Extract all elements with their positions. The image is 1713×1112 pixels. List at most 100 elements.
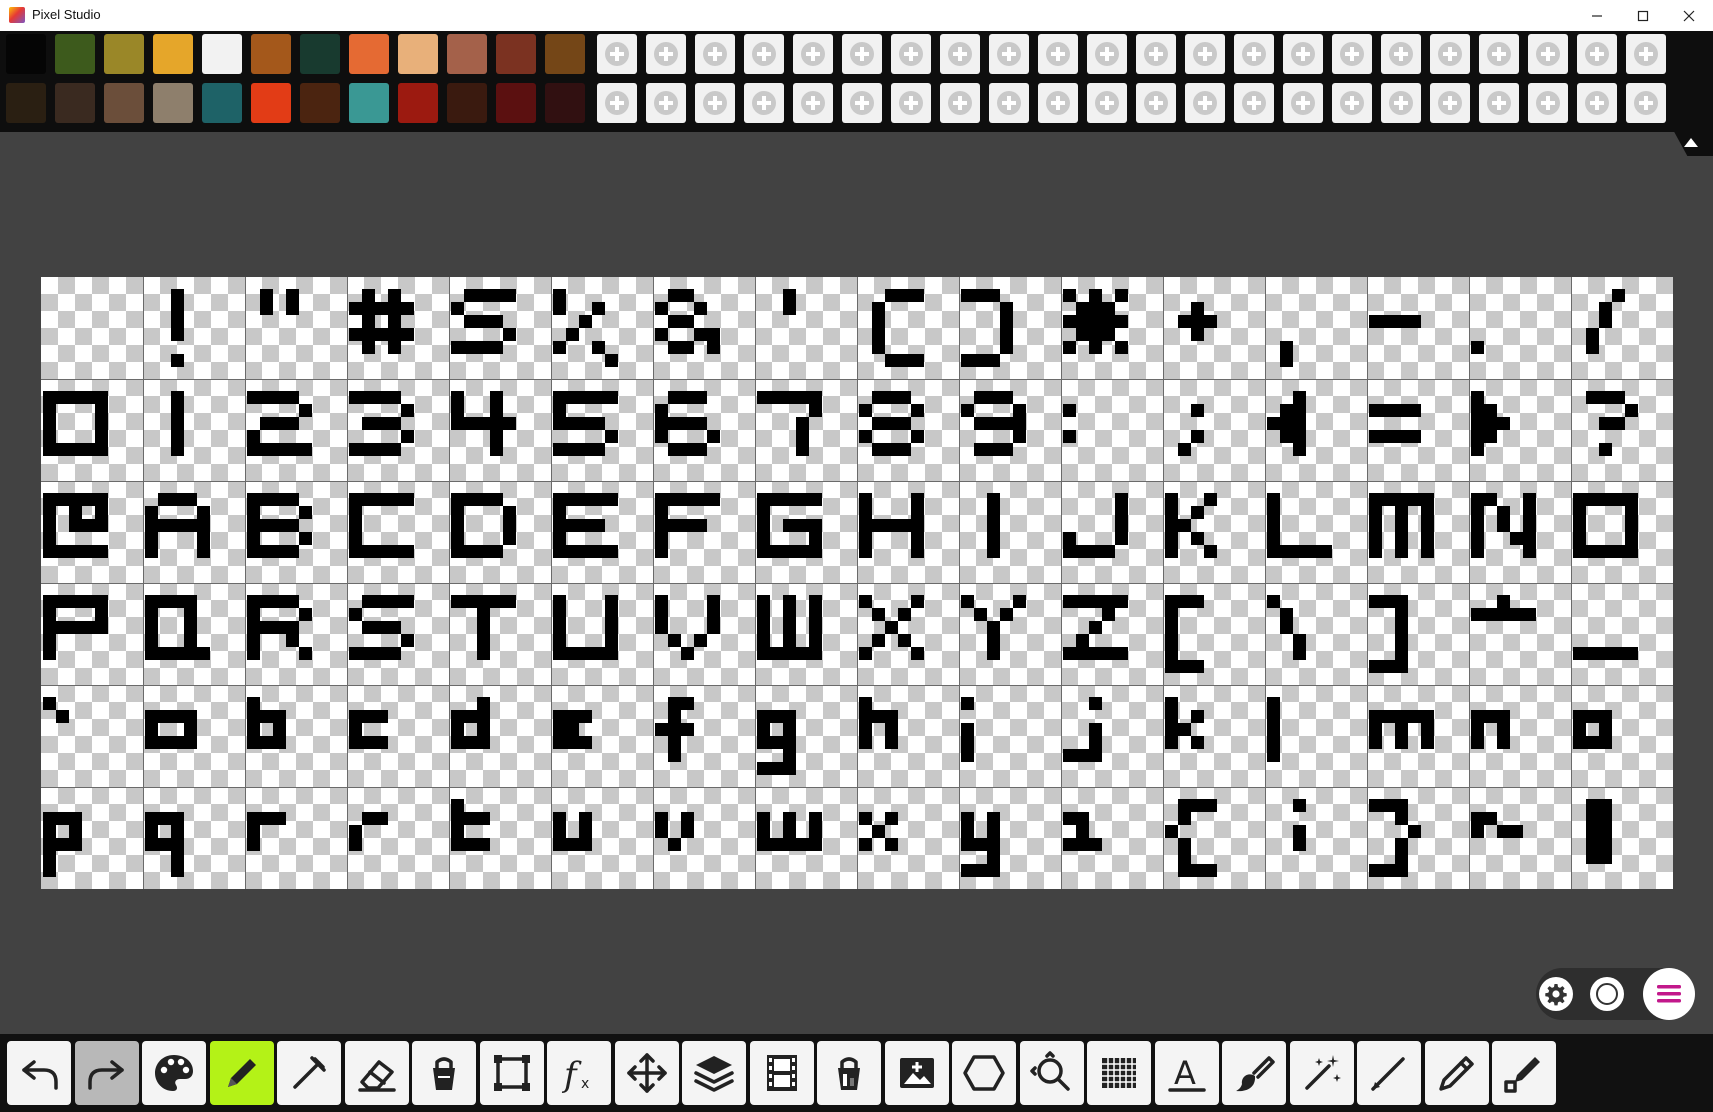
add-color-slot[interactable] <box>793 34 833 74</box>
add-color-slot[interactable] <box>842 34 882 74</box>
animation-tool-button[interactable] <box>750 1041 814 1105</box>
palette-swatch[interactable] <box>55 83 95 123</box>
palette-swatch[interactable] <box>202 83 242 123</box>
add-color-slot[interactable] <box>1136 83 1176 123</box>
grid-tool-button[interactable] <box>1087 1041 1151 1105</box>
add-color-slot[interactable] <box>940 83 980 123</box>
palette-swatch[interactable] <box>153 83 193 123</box>
add-color-slot[interactable] <box>1528 34 1568 74</box>
select-tool-button[interactable] <box>480 1041 544 1105</box>
undo-tool-button[interactable] <box>7 1041 71 1105</box>
add-color-slot[interactable] <box>1087 83 1127 123</box>
add-color-slot[interactable] <box>1528 83 1568 123</box>
add-color-slot[interactable] <box>1332 34 1372 74</box>
add-color-slot[interactable] <box>1283 83 1323 123</box>
add-color-slot[interactable] <box>793 83 833 123</box>
add-color-slot[interactable] <box>989 83 1029 123</box>
add-color-slot[interactable] <box>891 34 931 74</box>
add-color-slot[interactable] <box>1479 83 1519 123</box>
pencil-2-tool-button[interactable] <box>1425 1041 1489 1105</box>
add-color-slot[interactable] <box>1185 83 1225 123</box>
palette-swatch[interactable] <box>251 34 291 74</box>
add-color-slot[interactable] <box>646 83 686 123</box>
brush-tool-button[interactable] <box>1222 1041 1286 1105</box>
add-color-slot[interactable] <box>1381 34 1421 74</box>
line-tool-button[interactable] <box>1357 1041 1421 1105</box>
palette-swatch[interactable] <box>153 34 193 74</box>
palette-swatch[interactable] <box>6 83 46 123</box>
add-color-slot[interactable] <box>1430 83 1470 123</box>
add-color-slot[interactable] <box>744 83 784 123</box>
pencil-3-tool-button[interactable] <box>1492 1041 1556 1105</box>
add-color-slot[interactable] <box>1626 34 1666 74</box>
palette-swatch[interactable] <box>545 83 585 123</box>
plus-icon <box>1095 42 1119 66</box>
palette-tool-button[interactable] <box>142 1041 206 1105</box>
add-color-slot[interactable] <box>1283 34 1323 74</box>
minimize-button[interactable] <box>1574 0 1620 31</box>
add-color-slot[interactable] <box>597 34 637 74</box>
maximize-button[interactable] <box>1620 0 1666 31</box>
add-color-slot[interactable] <box>1577 83 1617 123</box>
palette-swatch[interactable] <box>300 34 340 74</box>
palette-swatch[interactable] <box>202 34 242 74</box>
add-color-slot[interactable] <box>1626 83 1666 123</box>
add-color-slot[interactable] <box>1332 83 1372 123</box>
add-color-slot[interactable] <box>1479 34 1519 74</box>
eraser-tool-button[interactable] <box>345 1041 409 1105</box>
add-color-slot[interactable] <box>597 83 637 123</box>
add-color-slot[interactable] <box>695 83 735 123</box>
zoom-tool-button[interactable] <box>1020 1041 1084 1105</box>
add-color-slot[interactable] <box>1381 83 1421 123</box>
add-color-slot[interactable] <box>842 83 882 123</box>
main-menu-button[interactable] <box>1643 968 1695 1020</box>
palette-swatch[interactable] <box>251 83 291 123</box>
palette-swatch[interactable] <box>496 83 536 123</box>
palette-swatch[interactable] <box>398 34 438 74</box>
palette-swatch[interactable] <box>447 83 487 123</box>
add-color-slot[interactable] <box>989 34 1029 74</box>
move-tool-button[interactable] <box>615 1041 679 1105</box>
add-color-slot[interactable] <box>1577 34 1617 74</box>
add-color-slot[interactable] <box>1430 34 1470 74</box>
shapes-tool-button[interactable] <box>952 1041 1016 1105</box>
magic-wand-tool-button[interactable] <box>1290 1041 1354 1105</box>
gradient-fill-tool-button[interactable] <box>817 1041 881 1105</box>
color-button[interactable] <box>1590 977 1624 1011</box>
palette-swatch[interactable] <box>349 34 389 74</box>
add-color-slot[interactable] <box>1234 83 1274 123</box>
layers-tool-button[interactable] <box>682 1041 746 1105</box>
text-tool-button[interactable]: A <box>1155 1041 1219 1105</box>
effects-tool-button[interactable]: fx <box>547 1041 611 1105</box>
add-color-slot[interactable] <box>891 83 931 123</box>
palette-swatch[interactable] <box>55 34 95 74</box>
add-color-slot[interactable] <box>1038 83 1078 123</box>
palette-swatch[interactable] <box>545 34 585 74</box>
add-color-slot[interactable] <box>1136 34 1176 74</box>
pencil-tool-button[interactable] <box>210 1041 274 1105</box>
add-color-slot[interactable] <box>1038 34 1078 74</box>
add-color-slot[interactable] <box>940 34 980 74</box>
fill-tool-button[interactable] <box>412 1041 476 1105</box>
add-color-slot[interactable] <box>695 34 735 74</box>
hexagon-icon <box>963 1055 1005 1091</box>
drawing-canvas[interactable] <box>41 277 1673 889</box>
add-color-slot[interactable] <box>646 34 686 74</box>
palette-swatch[interactable] <box>6 34 46 74</box>
palette-swatch[interactable] <box>300 83 340 123</box>
palette-swatch[interactable] <box>104 83 144 123</box>
eyedropper-tool-button[interactable] <box>277 1041 341 1105</box>
add-image-tool-button[interactable] <box>885 1041 949 1105</box>
add-color-slot[interactable] <box>1087 34 1127 74</box>
close-button[interactable] <box>1666 0 1712 31</box>
palette-swatch[interactable] <box>349 83 389 123</box>
palette-swatch[interactable] <box>398 83 438 123</box>
palette-swatch[interactable] <box>104 34 144 74</box>
add-color-slot[interactable] <box>744 34 784 74</box>
settings-button[interactable] <box>1539 977 1573 1011</box>
palette-swatch[interactable] <box>447 34 487 74</box>
add-color-slot[interactable] <box>1185 34 1225 74</box>
add-color-slot[interactable] <box>1234 34 1274 74</box>
redo-tool-button[interactable] <box>75 1041 139 1105</box>
palette-swatch[interactable] <box>496 34 536 74</box>
